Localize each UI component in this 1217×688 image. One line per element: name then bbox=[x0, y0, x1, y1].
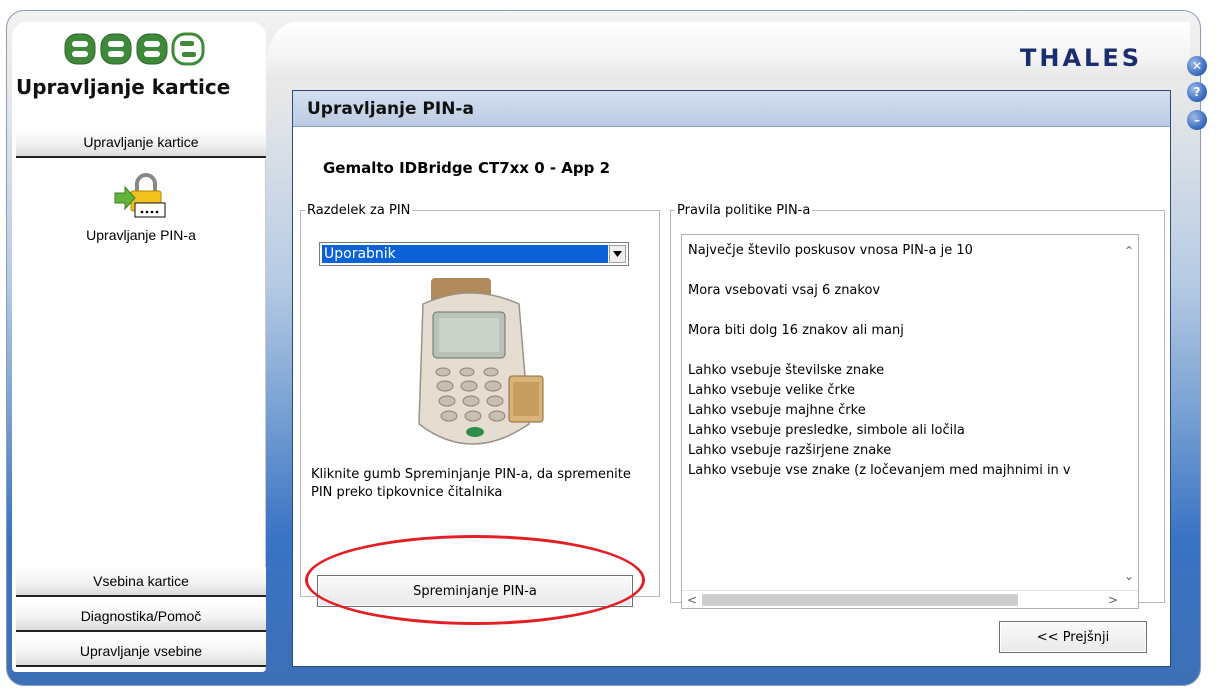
reader-name: Gemalto IDBridge CT7xx 0 - App 2 bbox=[323, 159, 611, 177]
previous-button[interactable]: << Prejšnji bbox=[999, 621, 1147, 653]
pin-type-selected-value: Uporabnik bbox=[322, 245, 608, 263]
minimize-icon[interactable]: – bbox=[1187, 110, 1207, 130]
scroll-right-icon[interactable]: > bbox=[1108, 594, 1118, 606]
padlock-pin-icon bbox=[114, 173, 166, 218]
pin-policy-textbox[interactable]: Največje število poskusov vnosa PIN-a je… bbox=[681, 234, 1139, 609]
vertical-scrollbar[interactable]: ⌃ ⌄ bbox=[1121, 235, 1138, 592]
policy-line: Lahko vsebuje vse znake (z ločevanjem me… bbox=[688, 463, 1071, 478]
thales-brand: THALES bbox=[1020, 44, 1143, 72]
pin-policy-text: Največje število poskusov vnosa PIN-a je… bbox=[688, 241, 1118, 481]
policy-line: Mora vsebovati vsaj 6 znakov bbox=[688, 283, 881, 298]
policy-line: Največje število poskusov vnosa PIN-a je… bbox=[688, 243, 973, 258]
app-title: Upravljanje kartice bbox=[16, 75, 231, 99]
page-title: Upravljanje PIN-a bbox=[307, 99, 474, 119]
policy-line: Lahko vsebuje razširjene znake bbox=[688, 443, 892, 458]
main-header: Upravljanje PIN-a bbox=[293, 91, 1170, 127]
policy-line: Lahko vsebuje velike črke bbox=[688, 383, 855, 398]
help-icon[interactable]: ? bbox=[1187, 82, 1207, 102]
nav-content-management-button[interactable]: Upravljanje vsebine bbox=[16, 637, 266, 667]
scroll-up-icon[interactable]: ⌃ bbox=[1124, 245, 1134, 257]
scroll-left-icon[interactable]: < bbox=[687, 594, 697, 606]
pin-change-hint: Kliknite gumb Spreminjanje PIN-a, da spr… bbox=[311, 467, 631, 500]
nav-area: Upravljanje PIN-a bbox=[16, 159, 266, 567]
nav-card-management-button[interactable]: Upravljanje kartice bbox=[16, 128, 266, 158]
pin-type-select[interactable]: Uporabnik bbox=[319, 242, 629, 266]
chevron-down-icon[interactable] bbox=[609, 245, 626, 263]
policy-line: Mora biti dolg 16 znakov ali manj bbox=[688, 323, 904, 338]
policy-line: Lahko vsebuje presledke, simbole ali loč… bbox=[688, 423, 965, 438]
pin-policy-group: Pravila politike PIN-a Največje število … bbox=[670, 203, 1165, 609]
sidebar-item-pin-label: Upravljanje PIN-a bbox=[86, 227, 196, 243]
policy-line: Lahko vsebuje številske znake bbox=[688, 363, 885, 378]
sidebar-item-pin-management[interactable]: Upravljanje PIN-a bbox=[16, 171, 266, 243]
scroll-down-icon[interactable]: ⌄ bbox=[1124, 570, 1134, 582]
policy-gap bbox=[688, 301, 1118, 321]
close-icon[interactable]: ✕ bbox=[1187, 56, 1207, 76]
horizontal-scroll-thumb[interactable] bbox=[702, 594, 1018, 606]
card-reader-image bbox=[418, 278, 544, 445]
pin-section-group: Razdelek za PIN Uporabnik Kliknite gumb … bbox=[300, 203, 660, 607]
policy-gap bbox=[688, 341, 1118, 361]
main-panel: Upravljanje PIN-a Gemalto IDBridge CT7xx… bbox=[292, 90, 1171, 667]
ezees-logo bbox=[64, 32, 205, 66]
policy-gap bbox=[688, 261, 1118, 281]
nav-card-content-button[interactable]: Vsebina kartice bbox=[16, 567, 266, 597]
change-pin-button[interactable]: Spreminjanje PIN-a bbox=[317, 575, 633, 607]
pin-policy-legend: Pravila politike PIN-a bbox=[677, 203, 811, 218]
horizontal-scrollbar[interactable]: < > bbox=[682, 590, 1138, 608]
pin-section-legend: Razdelek za PIN bbox=[307, 203, 411, 218]
policy-line: Lahko vsebuje majhne črke bbox=[688, 403, 866, 418]
nav-diagnostics-help-button[interactable]: Diagnostika/Pomoč bbox=[16, 602, 266, 632]
